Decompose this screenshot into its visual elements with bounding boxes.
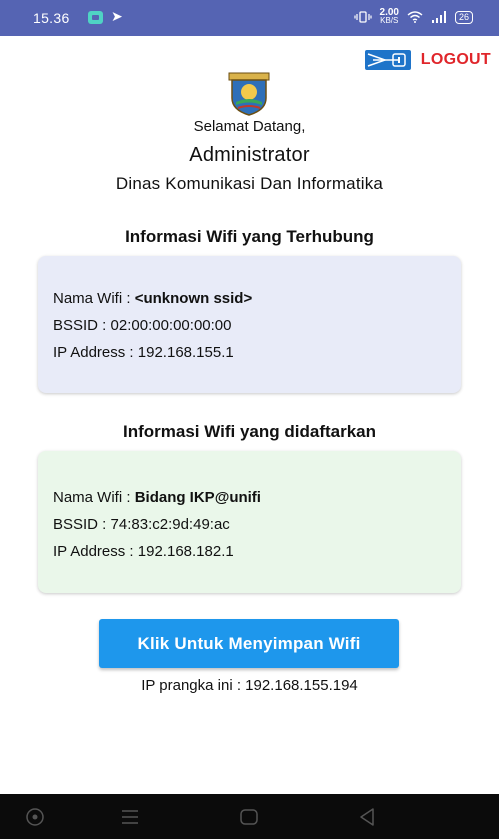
status-indicators: 2.00 KB/S 26 (353, 8, 473, 25)
menu-nav-icon[interactable] (119, 806, 141, 828)
logout-icon (364, 50, 411, 70)
battery-icon: 26 (454, 10, 473, 24)
connected-wifi-title: Informasi Wifi yang Terhubung (125, 227, 374, 246)
wifi-name-value: <unknown ssid> (134, 290, 253, 307)
ip-value: 192.168.182.1 (137, 543, 234, 560)
ip-label: IP Address : (53, 344, 138, 361)
registered-wifi-card: Nama Wifi : Bidang IKP@unifi BSSID : 74:… (38, 451, 461, 593)
user-role: Administrator (189, 144, 310, 166)
connected-bssid-row: BSSID : 02:00:00:00:00:00 (53, 317, 231, 334)
home-nav-icon[interactable] (238, 806, 260, 828)
network-speed: 2.00 KB/S (380, 8, 399, 25)
signal-icon (431, 11, 446, 23)
connected-wifi-card: Nama Wifi : <unknown ssid> BSSID : 02:00… (38, 256, 461, 393)
logout-button[interactable]: LOGOUT (364, 50, 491, 70)
registered-wifi-name-row: Nama Wifi : Bidang IKP@unifi (53, 489, 261, 506)
registered-bssid-row: BSSID : 74:83:c2:9d:49:ac (53, 516, 230, 533)
connected-ip-row: IP Address : 192.168.155.1 (53, 344, 234, 361)
registered-ip-row: IP Address : 192.168.182.1 (53, 543, 234, 560)
vibrate-icon (353, 11, 372, 23)
government-emblem-logo (228, 72, 270, 116)
device-ip-text: IP prangka ini : 192.168.155.194 (0, 677, 499, 694)
network-speed-unit: KB/S (380, 16, 399, 25)
bssid-label: BSSID : (53, 317, 111, 334)
bssid-value: 74:83:c2:9d:49:ac (110, 516, 230, 533)
connected-wifi-name-row: Nama Wifi : <unknown ssid> (53, 290, 252, 307)
bssid-value: 02:00:00:00:00:00 (110, 317, 232, 334)
status-bar: 15.36 ➤ 2.00 KB/S 26 (0, 0, 499, 36)
system-navigation-bar (0, 794, 499, 839)
ip-value: 192.168.155.1 (137, 344, 234, 361)
send-notification-icon: ➤ (111, 8, 123, 24)
wifi-name-label: Nama Wifi : (53, 489, 135, 506)
device-ip-label: IP prangka ini : (141, 677, 246, 694)
wifi-name-value: Bidang IKP@unifi (134, 489, 261, 506)
device-ip-value: 192.168.155.194 (245, 677, 358, 694)
save-wifi-button[interactable]: Klik Untuk Menyimpan Wifi (99, 619, 399, 668)
logout-label: LOGOUT (420, 51, 491, 68)
wifi-name-label: Nama Wifi : (53, 290, 135, 307)
status-time: 15.36 (33, 10, 70, 26)
back-nav-icon[interactable] (356, 806, 378, 828)
greeting-text: Selamat Datang, (193, 118, 306, 135)
assistant-nav-icon[interactable] (24, 806, 46, 828)
ip-label: IP Address : (53, 543, 138, 560)
app-notification-icon (88, 11, 103, 24)
bssid-label: BSSID : (53, 516, 111, 533)
registered-wifi-title: Informasi Wifi yang didaftarkan (123, 422, 376, 441)
organization-name: Dinas Komunikasi Dan Informatika (115, 174, 384, 193)
wifi-icon (407, 11, 423, 23)
